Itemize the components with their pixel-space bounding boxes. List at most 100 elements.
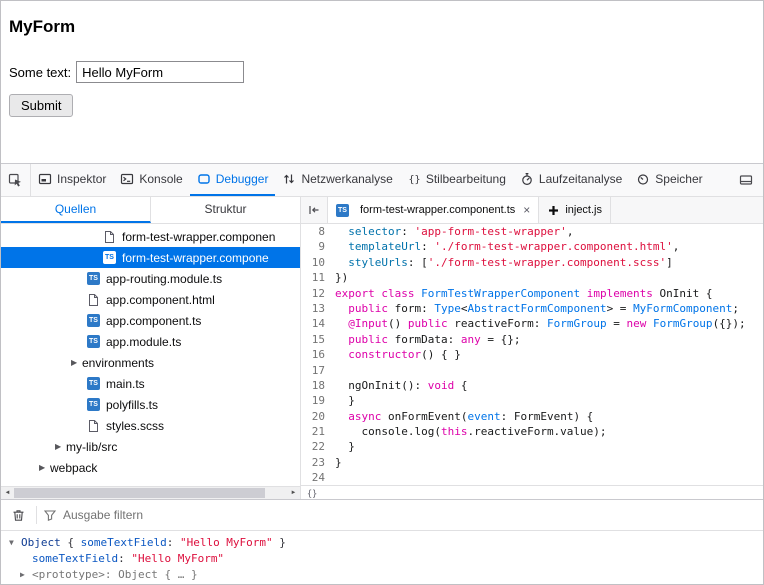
expand-caret-icon[interactable]: ▶ — [20, 570, 32, 579]
source-tree-item[interactable]: ▶my-lib/src — [1, 436, 300, 457]
line-number[interactable]: 11 — [301, 270, 335, 285]
line-number[interactable]: 13 — [301, 301, 335, 316]
code-line: 13 public form: Type<AbstractFormCompone… — [301, 301, 763, 316]
sources-tab-quellen[interactable]: Quellen — [1, 197, 151, 223]
close-icon[interactable]: × — [523, 203, 530, 217]
clear-console-button[interactable] — [6, 503, 30, 527]
code-line-text[interactable]: styleUrls: ['./form-test-wrapper.compone… — [335, 255, 673, 270]
editor-tabs: TSform-test-wrapper.component.ts× inject.… — [328, 197, 611, 223]
line-number[interactable]: 14 — [301, 316, 335, 331]
source-tree-item[interactable]: form-test-wrapper.componen — [1, 226, 300, 247]
scrollbar-thumb[interactable] — [14, 488, 265, 498]
sources-sidebar: QuellenStruktur form-test-wrapper.compon… — [1, 197, 301, 499]
console-output: ▼Object { someTextField: "Hello MyForm" … — [1, 531, 763, 584]
submit-button[interactable]: Submit — [9, 94, 73, 117]
line-number[interactable]: 9 — [301, 239, 335, 254]
source-tree-item[interactable]: TSapp.component.ts — [1, 310, 300, 331]
source-tree: form-test-wrapper.componen TS form-test-wr… — [1, 224, 300, 486]
expand-caret-icon[interactable]: ▼ — [9, 538, 21, 547]
devtools-tab-console[interactable]: Konsole — [113, 164, 189, 196]
dock-icon — [739, 173, 753, 187]
pretty-print-icon[interactable]: {} — [306, 487, 318, 499]
element-picker-button[interactable] — [1, 164, 31, 196]
caret-right-icon: ▶ — [39, 463, 50, 472]
code-line-text[interactable]: } — [335, 393, 355, 408]
source-tree-item[interactable]: TSapp-routing.module.ts — [1, 268, 300, 289]
code-line-text[interactable]: public form: Type<AbstractFormComponent>… — [335, 301, 739, 316]
devtools-tab-performance[interactable]: Laufzeitanalyse — [513, 164, 629, 196]
scrollbar-track[interactable] — [14, 487, 287, 499]
source-file-label: webpack — [50, 461, 97, 475]
source-file-label: app.module.ts — [106, 335, 181, 349]
code-line-text[interactable]: async onFormEvent(event: FormEvent) { — [335, 409, 593, 424]
code-line: 10 styleUrls: ['./form-test-wrapper.comp… — [301, 255, 763, 270]
code-line-text[interactable]: templateUrl: './form-test-wrapper.compon… — [335, 239, 679, 254]
devtools-tab-network[interactable]: Netzwerkanalyse — [275, 164, 399, 196]
code-editor[interactable]: 8 selector: 'app-form-test-wrapper',9 te… — [301, 224, 763, 485]
line-number[interactable]: 18 — [301, 378, 335, 393]
code-line-text[interactable]: public formData: any = {}; — [335, 332, 520, 347]
collapse-panes-button[interactable] — [301, 197, 328, 223]
line-number[interactable]: 19 — [301, 393, 335, 408]
devtools-toolbar: InspektorKonsole Debugger Netzwerkanalyse{… — [1, 164, 763, 197]
code-line-text[interactable]: selector: 'app-form-test-wrapper', — [335, 224, 573, 239]
source-file-label: my-lib/src — [66, 440, 117, 454]
some-text-input[interactable] — [76, 61, 244, 83]
line-number[interactable]: 20 — [301, 409, 335, 424]
source-tree-item[interactable]: TS form-test-wrapper.compone — [1, 247, 300, 268]
editor-tab-bar: TSform-test-wrapper.component.ts× inject.… — [301, 197, 763, 224]
typescript-file-icon: TS — [103, 251, 116, 264]
line-number[interactable]: 23 — [301, 455, 335, 470]
code-line-text[interactable]: ngOnInit(): void { — [335, 378, 467, 393]
caret-right-icon: ▶ — [71, 358, 82, 367]
source-tree-item[interactable]: ▶webpack — [1, 457, 300, 478]
line-number[interactable]: 15 — [301, 332, 335, 347]
sources-tab-struktur[interactable]: Struktur — [151, 197, 300, 223]
debugger-main: QuellenStruktur form-test-wrapper.compon… — [1, 197, 763, 499]
devtools-tab-debugger[interactable]: Debugger — [190, 164, 276, 196]
code-line-text[interactable]: } — [335, 455, 342, 470]
editor-tab[interactable]: TSform-test-wrapper.component.ts× — [328, 197, 539, 223]
devtools-tab-style[interactable]: {}Stilbearbeitung — [400, 164, 513, 196]
devtools-tab-label: Debugger — [216, 172, 269, 186]
source-tree-item[interactable]: app.component.html — [1, 289, 300, 310]
source-tree-item[interactable]: ▶environments — [1, 352, 300, 373]
scroll-left-arrow[interactable]: ◄ — [1, 487, 14, 500]
line-number[interactable]: 24 — [301, 470, 335, 485]
code-line-text[interactable]: console.log(this.reactiveForm.value); — [335, 424, 607, 439]
source-file-label: app.component.ts — [106, 314, 201, 328]
horizontal-scrollbar[interactable]: ◄ ► — [1, 486, 300, 499]
code-line-text[interactable]: export class FormTestWrapperComponent im… — [335, 286, 713, 301]
file-icon — [87, 419, 100, 433]
source-tree-item[interactable]: TSmain.ts — [1, 373, 300, 394]
devtools-tab-label: Laufzeitanalyse — [539, 172, 622, 186]
editor-tab[interactable]: inject.js — [539, 197, 611, 223]
code-line: 8 selector: 'app-form-test-wrapper', — [301, 224, 763, 239]
code-line-text[interactable]: constructor() { } — [335, 347, 461, 362]
devtools-tab-memory[interactable]: Speicher — [629, 164, 709, 196]
source-file-label: form-test-wrapper.compone — [122, 251, 269, 265]
line-number[interactable]: 12 — [301, 286, 335, 301]
line-number[interactable]: 8 — [301, 224, 335, 239]
editor-tab-label: inject.js — [565, 204, 602, 216]
code-line-text[interactable]: @Input() public reactiveForm: FormGroup … — [335, 316, 746, 331]
svg-text:{}: {} — [307, 489, 317, 499]
web-page-content: MyForm Some text: Submit — [1, 1, 763, 163]
line-number[interactable]: 21 — [301, 424, 335, 439]
code-line-text[interactable]: }) — [335, 270, 348, 285]
console-filter-input[interactable] — [63, 508, 758, 522]
line-number[interactable]: 17 — [301, 363, 335, 378]
console-toolbar — [1, 500, 763, 531]
line-number[interactable]: 10 — [301, 255, 335, 270]
dock-options-button[interactable] — [734, 168, 758, 192]
line-number[interactable]: 22 — [301, 439, 335, 454]
devtools-tab-inspector[interactable]: Inspektor — [31, 164, 113, 196]
source-tree-item[interactable]: TSapp.module.ts — [1, 331, 300, 352]
source-tree-item[interactable]: styles.scss — [1, 415, 300, 436]
source-tree-item[interactable]: TSpolyfills.ts — [1, 394, 300, 415]
console-row: ▶<prototype>: Object { … } — [1, 566, 763, 582]
file-icon — [103, 230, 116, 244]
code-line-text[interactable]: } — [335, 439, 355, 454]
line-number[interactable]: 16 — [301, 347, 335, 362]
scroll-right-arrow[interactable]: ► — [287, 487, 300, 500]
